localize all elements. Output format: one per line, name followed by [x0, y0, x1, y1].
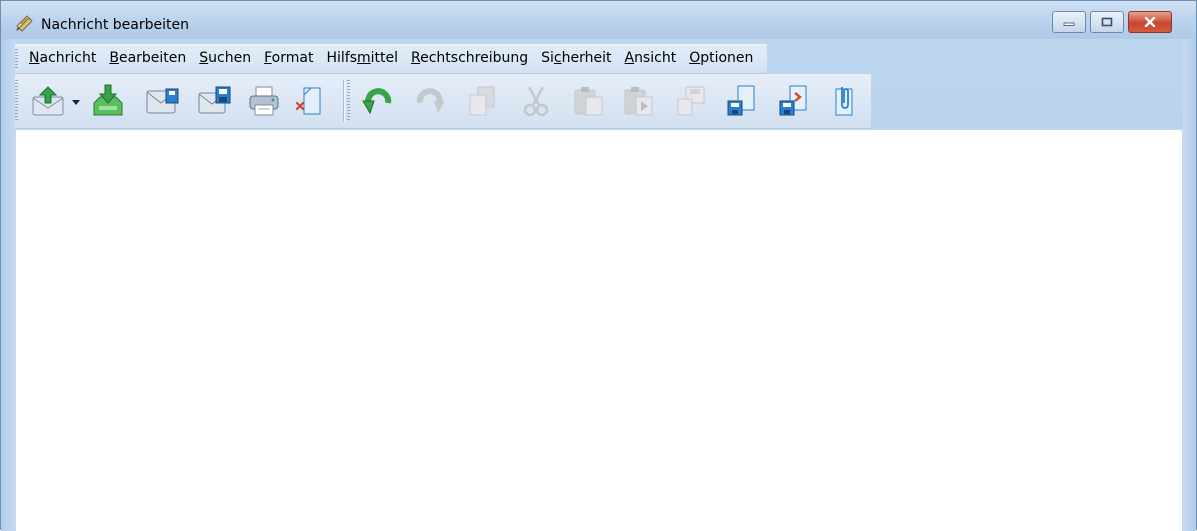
send-dropdown-arrow-icon[interactable] [72, 100, 80, 106]
close-button[interactable] [1128, 11, 1172, 33]
app-window: Nachricht bearbeiten Nachricht Bearbeite… [0, 0, 1197, 531]
menu-bar-grip[interactable] [15, 49, 18, 69]
window-title: Nachricht bearbeiten [41, 17, 189, 33]
redo-button[interactable] [411, 82, 449, 120]
attach-icon [835, 87, 853, 116]
paste-special-icon [624, 87, 653, 116]
save-file-icon [727, 85, 755, 116]
menu-optionen[interactable]: Optionen [689, 50, 760, 66]
menu-bar: Nachricht Bearbeiten Suchen Format Hilfs… [15, 44, 767, 74]
print-icon [249, 86, 279, 116]
copy-button[interactable] [463, 82, 501, 120]
cut-icon [523, 86, 549, 117]
save-template-button[interactable] [195, 82, 233, 120]
insert-file-icon [779, 85, 807, 116]
cut-button[interactable] [517, 82, 555, 120]
menu-bearbeiten[interactable]: Bearbeiten [109, 50, 193, 66]
save-template-icon [198, 86, 231, 114]
menu-hilfsmittel[interactable]: Hilfsmittel [326, 50, 405, 66]
minimize-button[interactable] [1052, 11, 1086, 33]
maximize-button[interactable] [1090, 11, 1124, 33]
title-bar[interactable]: Nachricht bearbeiten [1, 1, 1196, 39]
save-draft-button[interactable] [143, 82, 181, 120]
menu-list: Nachricht Bearbeiten Suchen Format Hilfs… [29, 50, 766, 66]
menu-suchen[interactable]: Suchen [199, 50, 258, 66]
insert-file-button[interactable] [775, 82, 813, 120]
save-file-button[interactable] [723, 82, 761, 120]
menu-format[interactable]: Format [264, 50, 320, 66]
window-frame-left [1, 39, 15, 531]
menu-nachricht[interactable]: Nachricht [29, 50, 103, 66]
minimize-icon [1063, 22, 1075, 26]
menu-rechtschreibung[interactable]: Rechtschreibung [411, 50, 535, 66]
copy-to-disk-button[interactable] [671, 82, 709, 120]
toolbar-grip[interactable] [15, 80, 18, 122]
attach-button[interactable] [825, 82, 863, 120]
undo-button[interactable] [359, 82, 397, 120]
paste-icon [574, 87, 603, 116]
save-draft-icon [146, 88, 179, 114]
close-icon [1144, 17, 1156, 27]
toolbar [15, 74, 871, 129]
paste-special-button[interactable] [619, 82, 657, 120]
send-icon [32, 86, 64, 116]
print-button[interactable] [245, 82, 283, 120]
redo-icon [416, 88, 445, 113]
menu-ansicht[interactable]: Ansicht [624, 50, 683, 66]
edit-message-icon [16, 15, 33, 32]
save-to-outbox-icon [93, 84, 123, 116]
toolbar-separator [343, 80, 344, 122]
window-frame-right [1183, 39, 1196, 531]
save-to-outbox-button[interactable] [89, 82, 127, 120]
menu-sicherheit[interactable]: Sicherheit [541, 50, 618, 66]
toolbar-grip-2[interactable] [347, 80, 350, 122]
discard-icon [295, 87, 321, 115]
window-controls [1052, 11, 1172, 33]
discard-button[interactable] [291, 82, 329, 120]
paste-button[interactable] [569, 82, 607, 120]
copy-to-disk-icon [677, 86, 705, 116]
copy-icon [469, 86, 495, 116]
maximize-icon [1101, 17, 1113, 27]
undo-icon [362, 88, 392, 115]
send-button[interactable] [29, 82, 67, 120]
message-editor[interactable] [15, 129, 1183, 531]
